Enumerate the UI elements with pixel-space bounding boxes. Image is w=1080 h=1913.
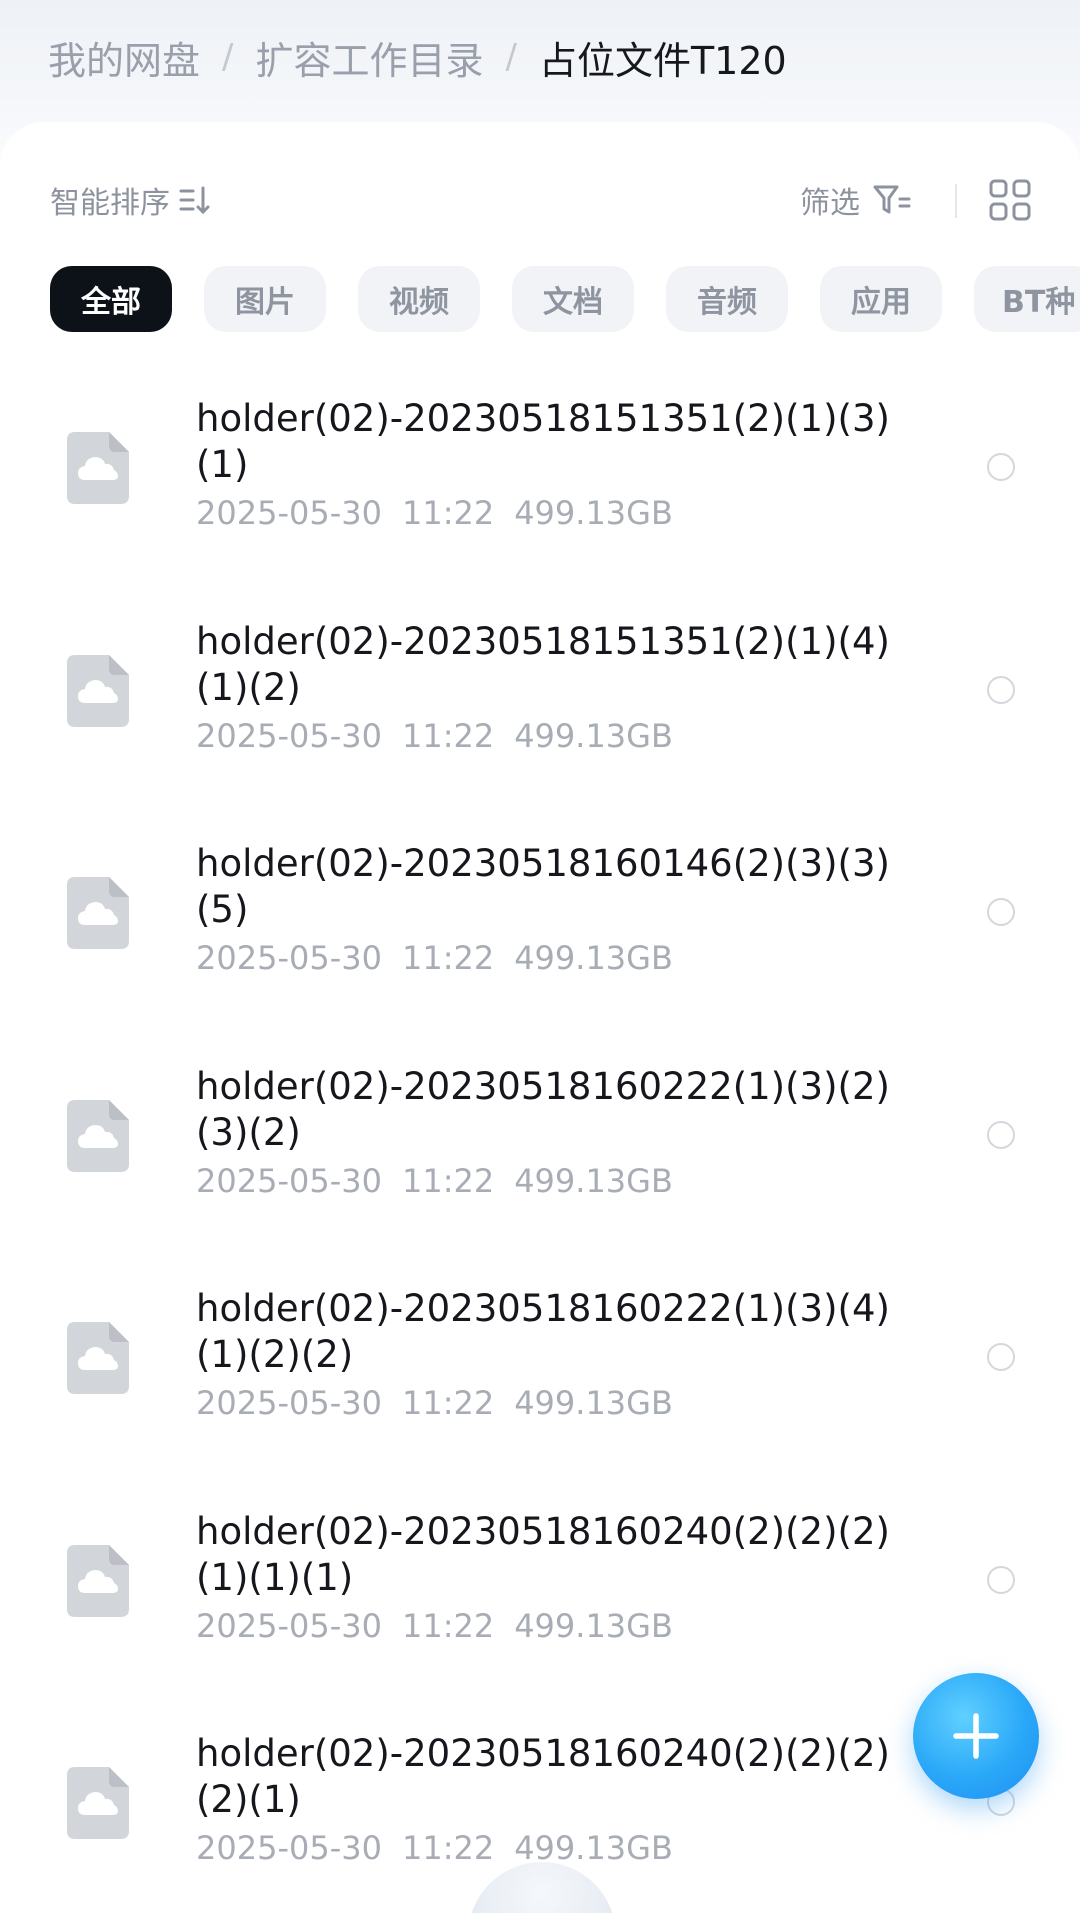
- file-size: 499.13GB: [514, 494, 673, 532]
- file-time: 11:22: [401, 494, 495, 532]
- category-tabs: 全部 图片 视频 文档 音频 应用 BT种: [50, 266, 1080, 332]
- file-time: 11:22: [401, 939, 495, 977]
- filter-button[interactable]: 筛选: [800, 170, 912, 230]
- tab-videos[interactable]: 视频: [358, 266, 480, 332]
- file-meta: 2025-05-30 11:22 499.13GB: [196, 1162, 693, 1200]
- toolbar: 智能排序 筛选: [0, 170, 1080, 230]
- file-date: 2025-05-30: [196, 1606, 382, 1645]
- file-size: 499.13GB: [514, 1161, 673, 1200]
- plus-icon: [953, 1713, 999, 1759]
- tab-documents[interactable]: 文档: [512, 266, 634, 332]
- breadcrumb-separator: /: [505, 37, 517, 77]
- file-row[interactable]: holder(02)-20230518160222(1)(3)(2)(3)(2)…: [0, 1034, 1080, 1257]
- tab-audio[interactable]: 音频: [666, 266, 788, 332]
- tab-all[interactable]: 全部: [50, 266, 172, 332]
- file-size: 499.13GB: [514, 939, 673, 977]
- tab-bt-torrents[interactable]: BT种: [974, 266, 1080, 332]
- file-meta: 2025-05-30 11:22 499.13GB: [196, 494, 693, 532]
- cloud-file-icon: [67, 1099, 129, 1172]
- select-radio[interactable]: [987, 1565, 1015, 1594]
- cloud-file-icon: [67, 1767, 129, 1839]
- select-radio[interactable]: [987, 1343, 1015, 1371]
- select-radio[interactable]: [987, 1120, 1015, 1149]
- file-name: holder(02)-20230518160240(2)(2)(2)(1)(1)…: [196, 1509, 890, 1599]
- tab-apps[interactable]: 应用: [820, 266, 942, 332]
- file-time: 11:22: [401, 1606, 495, 1645]
- sort-button[interactable]: 智能排序: [50, 170, 212, 230]
- file-row[interactable]: holder(02)-20230518160222(1)(3)(4)(1)(2)…: [0, 1256, 1080, 1479]
- file-time: 11:22: [401, 1829, 495, 1867]
- file-time: 11:22: [401, 1384, 495, 1422]
- file-name: holder(02)-20230518151351(2)(1)(3)(1): [196, 397, 890, 486]
- file-size: 499.13GB: [514, 1606, 673, 1645]
- file-meta: 2025-05-30 11:22 499.13GB: [196, 1607, 693, 1645]
- grid-view-icon[interactable]: [988, 178, 1032, 222]
- file-size: 499.13GB: [514, 1384, 673, 1422]
- toolbar-divider: [955, 184, 957, 218]
- filter-icon: [873, 185, 911, 214]
- breadcrumb-item-parent[interactable]: 扩容工作目录: [255, 30, 483, 85]
- file-row[interactable]: holder(02)-20230518160146(2)(3)(3)(5) 20…: [0, 811, 1080, 1034]
- filter-label: 筛选: [800, 186, 860, 221]
- file-meta: 2025-05-30 11:22 499.13GB: [196, 1829, 693, 1867]
- breadcrumb-separator: /: [222, 37, 234, 77]
- breadcrumb: 我的网盘 / 扩容工作目录 / 占位文件T120: [48, 22, 787, 92]
- file-row[interactable]: holder(02)-20230518151351(2)(1)(3)(1) 20…: [0, 366, 1080, 589]
- app-screen: 我的网盘 / 扩容工作目录 / 占位文件T120 智能排序 筛选 全部 图片 视…: [0, 0, 1080, 1913]
- file-time: 11:22: [401, 716, 495, 755]
- tab-images[interactable]: 图片: [204, 266, 326, 332]
- file-name: holder(02)-20230518160240(2)(2)(2)(2)(1): [196, 1732, 890, 1821]
- file-date: 2025-05-30: [196, 1384, 382, 1422]
- sort-label: 智能排序: [50, 186, 170, 221]
- cloud-file-icon: [67, 1544, 129, 1617]
- cloud-file-icon: [67, 877, 129, 949]
- select-radio[interactable]: [987, 453, 1015, 481]
- breadcrumb-item-root[interactable]: 我的网盘: [48, 30, 200, 85]
- cloud-file-icon: [67, 1322, 129, 1394]
- file-name: holder(02)-20230518160222(1)(3)(2)(3)(2): [196, 1064, 890, 1154]
- select-radio[interactable]: [987, 675, 1015, 704]
- cloud-file-icon: [67, 432, 129, 504]
- file-row[interactable]: holder(02)-20230518151351(2)(1)(4)(1)(2)…: [0, 589, 1080, 812]
- file-date: 2025-05-30: [196, 1161, 382, 1200]
- file-name: holder(02)-20230518160222(1)(3)(4)(1)(2)…: [196, 1287, 890, 1376]
- select-radio[interactable]: [987, 898, 1015, 926]
- add-button[interactable]: [913, 1673, 1039, 1799]
- file-size: 499.13GB: [514, 716, 673, 755]
- file-name: holder(02)-20230518160146(2)(3)(3)(5): [196, 842, 890, 931]
- file-meta: 2025-05-30 11:22 499.13GB: [196, 1384, 693, 1422]
- cloud-file-icon: [67, 654, 129, 727]
- file-date: 2025-05-30: [196, 716, 382, 755]
- file-meta: 2025-05-30 11:22 499.13GB: [196, 717, 693, 755]
- file-meta: 2025-05-30 11:22 499.13GB: [196, 939, 693, 977]
- sort-icon: [179, 186, 210, 215]
- file-time: 11:22: [401, 1161, 495, 1200]
- file-date: 2025-05-30: [196, 1829, 382, 1867]
- file-row[interactable]: holder(02)-20230518160240(2)(2)(2)(1)(1)…: [0, 1479, 1080, 1702]
- file-date: 2025-05-30: [196, 939, 382, 977]
- breadcrumb-item-current: 占位文件T120: [538, 38, 787, 83]
- file-name: holder(02)-20230518151351(2)(1)(4)(1)(2): [196, 619, 890, 709]
- file-list: holder(02)-20230518151351(2)(1)(3)(1) 20…: [0, 366, 1080, 1913]
- file-date: 2025-05-30: [196, 494, 382, 532]
